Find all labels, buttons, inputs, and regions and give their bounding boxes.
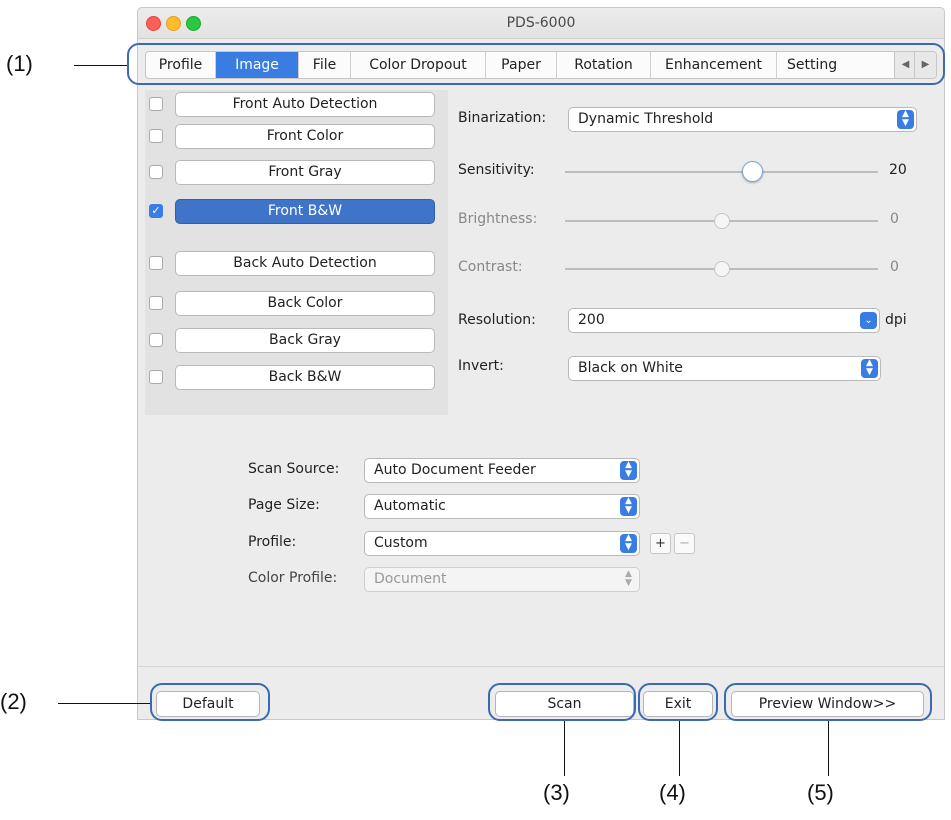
binarization-select[interactable]: Dynamic Threshold ▲ ▼ xyxy=(568,107,917,132)
back-bw-button[interactable]: Back B&W xyxy=(175,365,435,390)
resolution-select[interactable]: 200 ⌄ xyxy=(568,308,880,333)
callout-line-1 xyxy=(74,65,127,66)
select-arrows-icon: ▲ ▼ xyxy=(861,359,878,378)
back-gray-button[interactable]: Back Gray xyxy=(175,328,435,353)
checkbox-back-gray[interactable] xyxy=(149,333,163,347)
front-bw-button[interactable]: Front B&W xyxy=(175,199,435,224)
callout-line-3 xyxy=(564,721,565,776)
page-size-value: Automatic xyxy=(374,498,446,514)
back-auto-detection-button[interactable]: Back Auto Detection xyxy=(175,251,435,276)
chevron-down-icon: ⌄ xyxy=(860,312,877,329)
front-gray-button[interactable]: Front Gray xyxy=(175,160,435,185)
checkbox-back-color[interactable] xyxy=(149,296,163,310)
resolution-unit: dpi xyxy=(885,312,907,328)
binarization-value: Dynamic Threshold xyxy=(578,111,714,127)
scan-source-label: Scan Source: xyxy=(248,461,340,477)
scan-source-select[interactable]: Auto Document Feeder ▲ ▼ xyxy=(364,458,640,483)
contrast-value: 0 xyxy=(890,259,899,275)
scan-source-value: Auto Document Feeder xyxy=(374,462,536,478)
scanner-window: PDS-6000 Profile Image File Color Dropou… xyxy=(137,7,945,720)
select-arrows-icon: ▲ ▼ xyxy=(897,110,914,129)
checkbox-back-auto-detection[interactable] xyxy=(149,256,163,270)
brightness-label: Brightness: xyxy=(458,211,538,227)
bottom-divider xyxy=(138,666,944,667)
profile-select[interactable]: Custom ▲ ▼ xyxy=(364,531,640,556)
callout-label-3: (3) xyxy=(543,780,570,805)
contrast-slider-knob[interactable] xyxy=(713,261,730,277)
callout-label-1: (1) xyxy=(6,51,33,76)
color-profile-value: Document xyxy=(374,571,447,587)
profile-value: Custom xyxy=(374,535,428,551)
profile-label: Profile: xyxy=(248,534,297,550)
checkbox-front-auto-detection[interactable] xyxy=(149,97,163,111)
select-arrows-icon: ▲ ▼ xyxy=(620,497,637,516)
callout-frame-5 xyxy=(724,683,932,721)
checkbox-front-gray[interactable] xyxy=(149,165,163,179)
color-profile-label: Color Profile: xyxy=(248,570,338,586)
callout-line-4 xyxy=(679,721,680,776)
callout-label-4: (4) xyxy=(659,780,686,805)
checkbox-front-bw[interactable]: ✓ xyxy=(149,204,163,218)
select-arrows-icon: ▲ ▼ xyxy=(620,534,637,553)
checkbox-back-bw[interactable] xyxy=(149,370,163,384)
resolution-label: Resolution: xyxy=(458,312,536,328)
page-size-select[interactable]: Automatic ▲ ▼ xyxy=(364,494,640,519)
window-title: PDS-6000 xyxy=(506,15,576,31)
remove-profile-button[interactable]: − xyxy=(674,533,695,554)
checkbox-front-color[interactable] xyxy=(149,129,163,143)
add-profile-button[interactable]: + xyxy=(650,533,671,554)
invert-value: Black on White xyxy=(578,360,683,376)
title-bar: PDS-6000 xyxy=(138,8,944,39)
select-arrows-icon: ▲ ▼ xyxy=(620,461,637,480)
sensitivity-label: Sensitivity: xyxy=(458,162,535,178)
callout-frame-3 xyxy=(488,683,636,721)
callout-line-5 xyxy=(828,721,829,776)
resolution-value: 200 xyxy=(578,312,605,328)
callout-label-5: (5) xyxy=(807,780,834,805)
callout-frame-2 xyxy=(150,683,270,721)
callout-label-2: (2) xyxy=(0,689,27,714)
back-color-button[interactable]: Back Color xyxy=(175,291,435,316)
select-arrows-icon: ▲ ▼ xyxy=(625,569,632,588)
front-auto-detection-button[interactable]: Front Auto Detection xyxy=(175,92,435,117)
callout-line-2 xyxy=(58,703,150,704)
color-profile-select[interactable]: Document ▲ ▼ xyxy=(364,567,640,592)
invert-label: Invert: xyxy=(458,358,504,374)
brightness-value: 0 xyxy=(890,211,899,227)
invert-select[interactable]: Black on White ▲ ▼ xyxy=(568,356,881,381)
callout-frame-4 xyxy=(638,683,718,721)
sensitivity-slider-knob[interactable] xyxy=(742,161,764,182)
sensitivity-slider-track[interactable] xyxy=(565,171,878,173)
page-size-label: Page Size: xyxy=(248,497,320,513)
brightness-slider-knob[interactable] xyxy=(713,213,730,229)
front-color-button[interactable]: Front Color xyxy=(175,124,435,149)
binarization-label: Binarization: xyxy=(458,110,547,126)
sensitivity-value: 20 xyxy=(889,162,907,178)
image-type-panel: Front Auto Detection Front Color Front G… xyxy=(145,90,448,415)
contrast-label: Contrast: xyxy=(458,259,523,275)
callout-frame-1 xyxy=(127,43,945,85)
